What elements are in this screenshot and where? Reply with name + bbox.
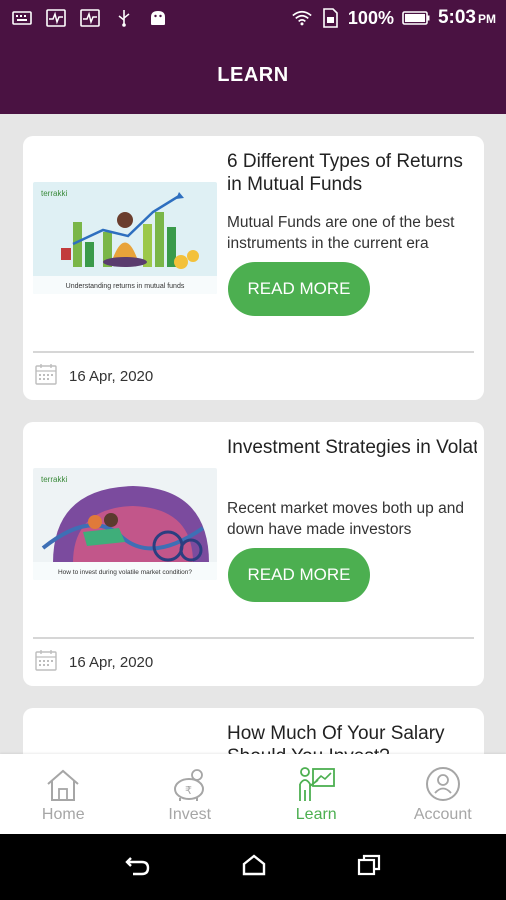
clock-ampm: PM bbox=[478, 12, 496, 26]
activity-icon bbox=[46, 9, 66, 27]
page-title: LEARN bbox=[217, 63, 289, 86]
article-thumbnail[interactable]: terrakki Understanding returns in mutual… bbox=[33, 182, 217, 294]
usb-icon bbox=[114, 9, 134, 27]
article-date-row: 16 Apr, 2020 bbox=[35, 363, 153, 390]
activity-icon bbox=[80, 9, 100, 27]
nav-item-account[interactable]: Account bbox=[380, 754, 506, 834]
nav-item-invest[interactable]: ₹ Invest bbox=[127, 754, 254, 834]
svg-text:₹: ₹ bbox=[185, 785, 192, 797]
nav-label-learn: Learn bbox=[295, 806, 337, 823]
calendar-icon bbox=[35, 363, 57, 390]
recent-apps-icon[interactable] bbox=[357, 854, 381, 881]
nav-label-home: Home bbox=[41, 806, 85, 823]
brand-logo: terrakki bbox=[41, 189, 67, 198]
account-icon bbox=[425, 762, 461, 802]
clock-time: 5:03 bbox=[437, 7, 476, 28]
piggy-bank-icon: ₹ bbox=[170, 762, 210, 802]
app-header: LEARN bbox=[0, 36, 506, 114]
battery-icon bbox=[402, 9, 430, 27]
bottom-navigation: Home ₹ Invest Learn Account bbox=[0, 754, 506, 834]
article-title[interactable]: Investment Strategies in Volatile Stock … bbox=[227, 436, 477, 482]
read-more-button[interactable]: READ MORE bbox=[228, 262, 370, 316]
sim-icon bbox=[320, 8, 340, 28]
system-navigation-bar bbox=[0, 834, 506, 900]
article-card[interactable]: How Much Of Your Salary Should You Inves… bbox=[23, 708, 484, 754]
article-description: Mutual Funds are one of the best instrum… bbox=[227, 214, 455, 252]
wifi-icon bbox=[292, 9, 312, 27]
home-button-icon[interactable] bbox=[242, 853, 266, 881]
brand-logo: terrakki bbox=[41, 475, 67, 484]
article-card[interactable]: terrakki Understanding returns in mutual… bbox=[23, 136, 484, 400]
thumbnail-caption: How to invest during volatile market con… bbox=[58, 569, 192, 576]
divider bbox=[33, 637, 474, 639]
article-title[interactable]: 6 Different Types of Returns in Mutual F… bbox=[227, 150, 477, 196]
nav-label-invest: Invest bbox=[168, 806, 212, 823]
article-thumbnail[interactable]: terrakki How to invest during volatile m… bbox=[33, 468, 217, 580]
home-icon bbox=[45, 762, 81, 802]
article-description: Recent market moves both up and down hav… bbox=[227, 500, 464, 538]
article-date-row: 16 Apr, 2020 bbox=[35, 649, 153, 676]
battery-percent: 100% bbox=[347, 7, 394, 28]
android-icon bbox=[148, 9, 168, 27]
thumbnail-caption: Understanding returns in mutual funds bbox=[66, 283, 185, 290]
status-bar: 100% 5:03 PM bbox=[0, 0, 506, 36]
nav-item-home[interactable]: Home bbox=[0, 754, 127, 834]
calendar-icon bbox=[35, 649, 57, 676]
article-card[interactable]: terrakki How to invest during volatile m… bbox=[23, 422, 484, 686]
nav-item-learn[interactable]: Learn bbox=[253, 754, 380, 834]
article-date: 16 Apr, 2020 bbox=[69, 368, 154, 385]
read-more-button[interactable]: READ MORE bbox=[228, 548, 370, 602]
divider bbox=[33, 351, 474, 353]
keyboard-icon bbox=[12, 9, 32, 27]
article-title[interactable]: How Much Of Your Salary Should You Inves… bbox=[227, 722, 477, 754]
back-icon[interactable] bbox=[125, 854, 151, 881]
articles-list[interactable]: terrakki Understanding returns in mutual… bbox=[0, 114, 506, 754]
nav-label-account: Account bbox=[413, 806, 472, 823]
learn-icon bbox=[296, 762, 336, 802]
article-date: 16 Apr, 2020 bbox=[69, 654, 154, 671]
